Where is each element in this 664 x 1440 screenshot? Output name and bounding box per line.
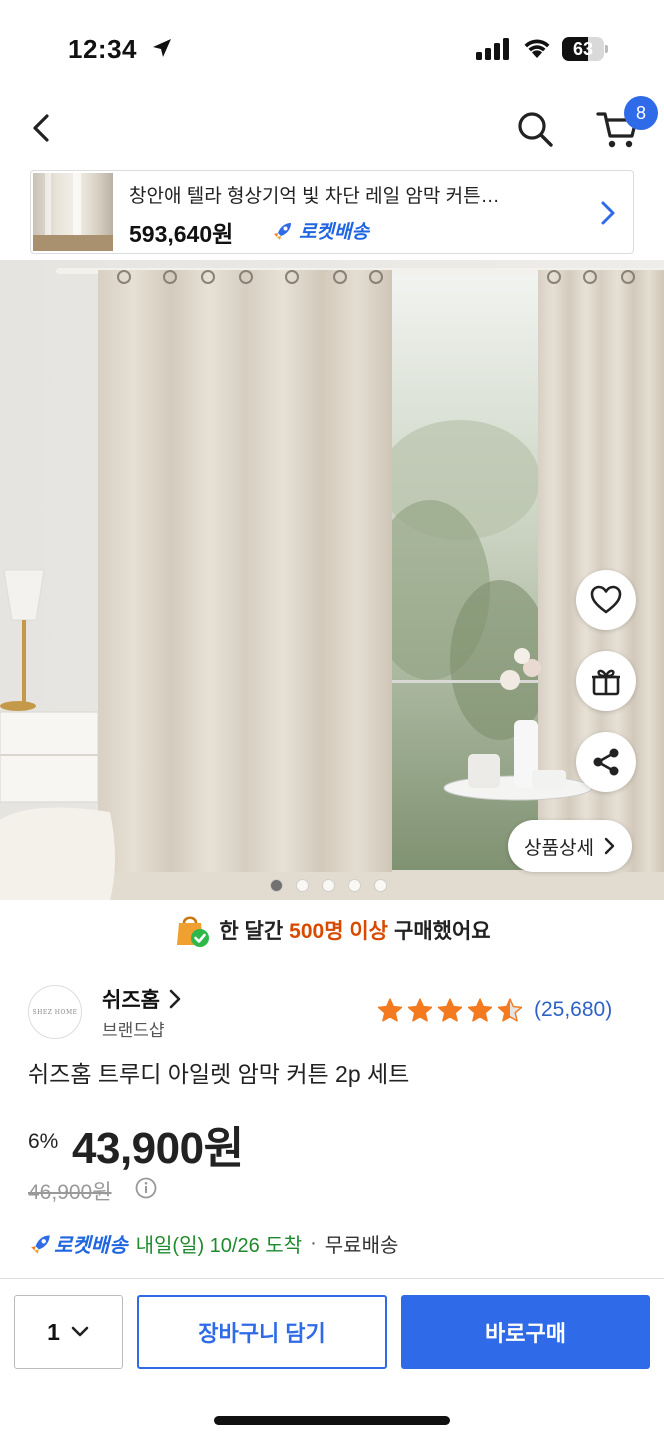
review-count-link[interactable]: (25,680) xyxy=(534,998,612,1022)
rocket-icon xyxy=(274,222,291,240)
purchase-count-banner: 한 달간 500명 이상 구매했어요 xyxy=(0,906,664,954)
gallery-dot[interactable] xyxy=(348,879,361,892)
rocket-delivery-label: 로켓배송 xyxy=(299,222,369,243)
back-arrow-icon[interactable] xyxy=(24,110,60,146)
gallery-dot[interactable] xyxy=(270,879,283,892)
location-arrow-icon xyxy=(153,39,171,57)
star-icon xyxy=(437,998,463,1022)
star-icon xyxy=(497,998,523,1022)
chevron-down-icon xyxy=(71,1326,89,1337)
seller-name[interactable]: 쉬즈홈 xyxy=(102,984,160,1014)
delivery-info: 로켓배송 내일(일) 10/26 도착 · 무료배송 xyxy=(28,1229,398,1258)
discount-rate: 6% xyxy=(28,1130,59,1153)
search-icon[interactable] xyxy=(514,108,556,150)
share-icon xyxy=(593,748,619,776)
seller-logo[interactable]: SHEZ HOME xyxy=(28,985,82,1039)
status-bar: 12:34 63 xyxy=(0,0,664,96)
add-to-cart-button[interactable]: 장바구니 담기 xyxy=(137,1295,387,1369)
bottom-bar-divider xyxy=(0,1278,664,1279)
heart-icon xyxy=(590,585,622,614)
chevron-right-icon xyxy=(169,989,181,1009)
product-detail-label: 상품상세 xyxy=(524,837,594,859)
battery-level: 63 xyxy=(572,39,594,59)
gallery-dot[interactable] xyxy=(374,879,387,892)
rocket-icon xyxy=(31,1234,50,1254)
product-image-gallery[interactable]: 상품상세 xyxy=(0,260,664,900)
battery-indicator: 63 xyxy=(562,37,608,61)
rating-stars[interactable] xyxy=(376,997,524,1023)
star-icon xyxy=(407,998,433,1022)
product-detail-button[interactable]: 상품상세 xyxy=(508,820,632,872)
recommended-product-banner[interactable]: 창안애 텔라 형상기억 빛 차단 레일 암막 커튼… 593,640원 로켓배송 xyxy=(30,170,634,254)
buy-now-button[interactable]: 바로구매 xyxy=(401,1295,650,1369)
arrival-date: 내일(일) 10/26 도착 xyxy=(135,1235,303,1257)
quantity-value: 1 xyxy=(47,1318,60,1345)
recommended-product-price: 593,640원 xyxy=(129,221,234,247)
original-price: 46,900원 xyxy=(28,1181,112,1204)
rocket-delivery-label: 로켓배송 xyxy=(54,1235,128,1257)
sales-prefix: 한 달간 xyxy=(219,920,284,943)
star-icon xyxy=(467,998,493,1022)
gallery-dot[interactable] xyxy=(322,879,335,892)
nav-bar xyxy=(0,96,664,166)
product-title: 쉬즈홈 트루디 아일렛 암막 커튼 2p 세트 xyxy=(28,1061,410,1087)
recommended-product-thumbnail xyxy=(33,173,113,251)
share-button[interactable] xyxy=(576,732,636,792)
home-indicator xyxy=(214,1416,450,1425)
gallery-pagination xyxy=(270,879,387,892)
quantity-select[interactable]: 1 xyxy=(14,1295,123,1369)
rocket-delivery-badge: 로켓배송 xyxy=(271,217,369,244)
delivery-separator: · xyxy=(310,1232,317,1254)
gallery-dot[interactable] xyxy=(296,879,309,892)
gift-icon xyxy=(592,669,620,696)
sales-suffix: 구매했어요 xyxy=(394,920,491,943)
shipping-fee: 무료배송 xyxy=(324,1235,399,1257)
chevron-right-icon xyxy=(601,201,615,225)
recommended-product-title: 창안애 텔라 형상기억 빛 차단 레일 암막 커튼… xyxy=(129,186,500,207)
cart-count-badge[interactable]: 8 xyxy=(624,96,658,130)
signal-icon xyxy=(476,38,509,60)
gift-button[interactable] xyxy=(576,651,636,711)
wifi-icon xyxy=(524,39,550,58)
product-image xyxy=(0,260,664,900)
sales-highlight: 500명 이상 xyxy=(289,920,389,943)
wishlist-button[interactable] xyxy=(576,570,636,630)
sale-price: 43,900원 xyxy=(72,1124,244,1173)
chevron-right-icon xyxy=(604,837,615,855)
seller-logo-text: SHEZ HOME xyxy=(32,1008,78,1016)
status-time: 12:34 xyxy=(68,34,137,64)
star-icon xyxy=(377,998,403,1022)
info-icon[interactable] xyxy=(135,1177,157,1199)
seller-subtitle: 브랜드샵 xyxy=(102,1021,165,1040)
shopping-bag-icon xyxy=(177,916,210,947)
